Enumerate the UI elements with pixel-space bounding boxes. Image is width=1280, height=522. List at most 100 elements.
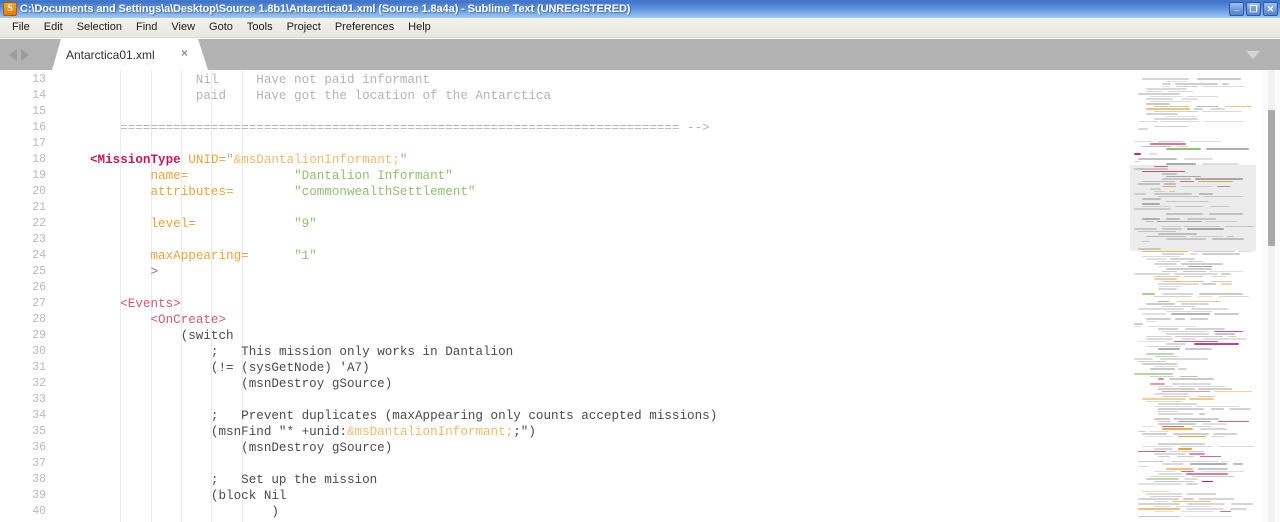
- minimap-line: [1225, 105, 1253, 108]
- minimap-line: [1202, 338, 1248, 340]
- menu-bar: File Edit Selection Find View Goto Tools Projec…: [0, 18, 1280, 38]
- minimap-line: [1216, 185, 1230, 188]
- menu-item-help[interactable]: Help: [401, 19, 438, 36]
- vertical-scrollbar[interactable]: [1262, 70, 1280, 522]
- minimap-line: [1187, 228, 1224, 230]
- minimap-line: [1138, 360, 1166, 363]
- minimap-line: [1166, 163, 1197, 165]
- minimap-line: [1201, 110, 1243, 113]
- minimap-line: [1138, 450, 1166, 453]
- chevron-down-icon[interactable]: [1246, 51, 1260, 59]
- tab-nav-arrows: [9, 49, 29, 61]
- minimap-line: [1146, 345, 1181, 348]
- minimap-line: [1166, 80, 1189, 83]
- code-line: ; Set up the mission: [90, 472, 377, 488]
- minimap-line: [1146, 320, 1158, 323]
- minimap-line: [1149, 430, 1169, 433]
- minimap-line: [1154, 278, 1178, 280]
- sublime-text-window: S C:\Documents and Settings\a\Desktop\So…: [0, 0, 1280, 522]
- minimap-line: [1221, 460, 1228, 463]
- minimap-line: [1134, 193, 1147, 195]
- minimap-line: [1146, 335, 1172, 338]
- menu-item-find[interactable]: Find: [129, 19, 164, 36]
- minimap-line: [1180, 185, 1212, 188]
- minimap-line: [1138, 230, 1177, 233]
- menu-item-goto[interactable]: Goto: [202, 19, 240, 36]
- minimap-line: [1142, 78, 1190, 80]
- minimap-line: [1162, 185, 1177, 188]
- minimap-line: [1154, 110, 1199, 113]
- menu-item-selection[interactable]: Selection: [70, 19, 129, 36]
- code-token: &msDantalionInformant;: [233, 153, 400, 167]
- minimap-line: [1199, 193, 1214, 195]
- minimap-line: [1162, 270, 1177, 273]
- nav-forward-icon[interactable]: [21, 49, 29, 61]
- minimap-line: [1227, 335, 1237, 338]
- minimize-button[interactable]: _: [1229, 2, 1244, 16]
- minimap-line: [1138, 308, 1185, 310]
- minimap-line: [1134, 208, 1171, 210]
- close-button[interactable]: ✕: [1263, 2, 1278, 16]
- minimap-line: [1200, 470, 1244, 473]
- minimap-line: [1146, 98, 1174, 100]
- minimap-line: [1196, 405, 1240, 408]
- minimap-line: [1158, 283, 1200, 285]
- minimap-line: [1134, 140, 1154, 143]
- minimap-line: [1221, 273, 1232, 275]
- minimap-line: [1193, 343, 1239, 345]
- minimap-line: [1238, 250, 1253, 253]
- minimap-line: [1220, 510, 1232, 513]
- code-token: "Dantalion Informant": [294, 169, 453, 183]
- minimap-line: [1201, 423, 1228, 425]
- minimap-line: [1138, 503, 1180, 505]
- minimap-line: [1158, 328, 1179, 330]
- code-token: attributes=: [150, 185, 234, 199]
- minimap-line: [1195, 178, 1244, 180]
- code-content[interactable]: Nil Have not paid informant paid Have go…: [56, 70, 1126, 522]
- minimap-line: [1157, 140, 1184, 143]
- nav-back-icon[interactable]: [9, 49, 17, 61]
- minimap-line: [1178, 448, 1192, 450]
- minimap-line: [1210, 435, 1226, 438]
- code-token: (switch: [90, 329, 234, 343]
- minimap[interactable]: [1126, 70, 1262, 522]
- minimap-line: [1162, 463, 1184, 465]
- minimap-line: [1142, 425, 1156, 428]
- minimap-line: [1154, 193, 1193, 195]
- minimap-line: [1189, 398, 1215, 400]
- minimap-line: [1195, 105, 1219, 108]
- minimap-line: [1138, 128, 1148, 130]
- minimap-line: [1175, 85, 1198, 88]
- menu-item-project[interactable]: Project: [280, 19, 328, 36]
- editor-area[interactable]: 13 14 15 16 17 18 19 20 21 22 23 24 25 26 27 28 29 30 31 32…: [0, 70, 1280, 522]
- scrollbar-thumb[interactable]: [1268, 110, 1275, 246]
- tab-antarctica01-xml[interactable]: Antarctica01.xml ×: [52, 39, 208, 70]
- minimap-line: [1138, 515, 1181, 518]
- minimap-line: [1177, 300, 1222, 303]
- menu-item-edit[interactable]: Edit: [37, 19, 70, 36]
- minimap-line: [1158, 473, 1183, 475]
- tab-close-icon[interactable]: ×: [181, 47, 188, 60]
- menu-item-preferences[interactable]: Preferences: [328, 19, 401, 36]
- minimap-line: [1154, 295, 1191, 298]
- minimap-line: [1166, 218, 1181, 220]
- menu-item-tools[interactable]: Tools: [240, 19, 280, 36]
- minimap-line: [1146, 338, 1174, 340]
- minimap-line: [1226, 235, 1235, 238]
- line-number: 35: [32, 425, 46, 438]
- minimap-line: [1166, 310, 1213, 313]
- minimap-line: [1187, 265, 1212, 268]
- minimap-line: [1154, 500, 1167, 503]
- minimap-line: [1150, 95, 1183, 98]
- code-line: >: [90, 264, 158, 280]
- minimap-line: [1174, 83, 1219, 85]
- code-token: UNID=: [188, 153, 227, 167]
- menu-item-file[interactable]: File: [5, 19, 37, 36]
- maximize-button[interactable]: ❐: [1246, 2, 1261, 16]
- line-number: 38: [32, 473, 46, 486]
- minimap-line: [1229, 508, 1248, 510]
- menu-item-view[interactable]: View: [164, 19, 202, 36]
